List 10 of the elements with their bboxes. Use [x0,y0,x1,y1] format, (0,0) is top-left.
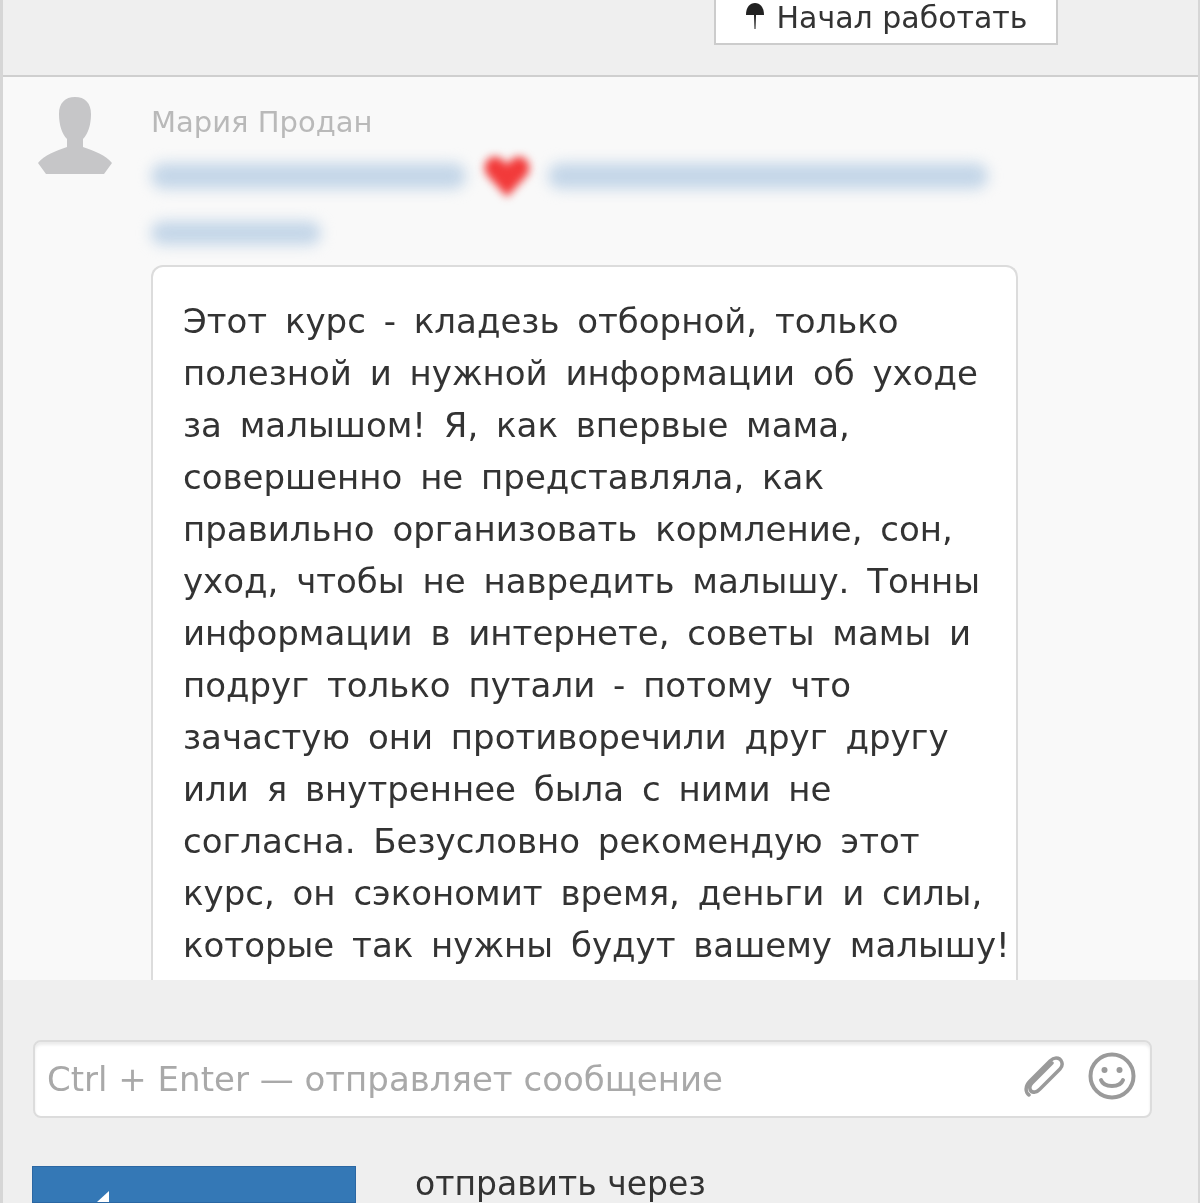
started-button[interactable]: Начал работать [714,0,1058,45]
smiley-icon[interactable] [1088,1052,1136,1100]
message-input[interactable]: Ctrl + Enter — отправляет сообщение [33,1040,1152,1118]
pushpin-icon [744,3,767,29]
paperclip-icon[interactable] [1022,1055,1066,1097]
message-text: Этот курс - кладезь отборной, только полезной и нужной информации об уходе за малышом! Я, как впервые мама, совершенно не представляла, как правильно организовать кормление, сон, уход, чтобы не навредить малышу. Тонны информации в интернете, советы мамы и подруг только путали - потому что зачастую они противоречили друг другу или я внутреннее была с ними не согласна. Безусловно рекомендую этот курс, он сэкономит время, деньги и силы, которые так нужны будут вашему малышу! [183,300,1011,967]
heart-icon [484,155,530,197]
triangle-icon [97,1191,109,1202]
user-silhouette-icon [38,97,112,174]
author-name: Мария Продан [151,105,373,139]
